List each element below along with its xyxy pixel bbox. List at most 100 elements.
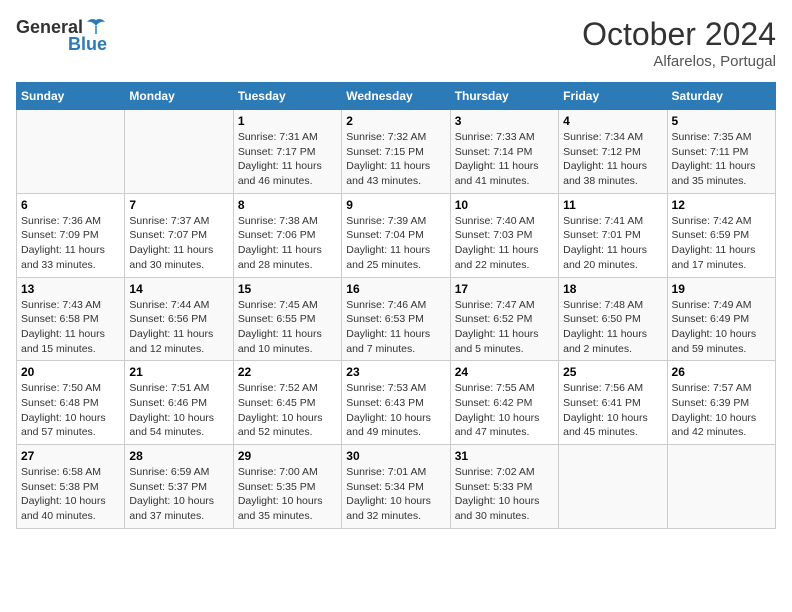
- day-number: 22: [238, 365, 337, 379]
- calendar-week-row: 1 Sunrise: 7:31 AM Sunset: 7:17 PM Daylig…: [17, 110, 776, 194]
- calendar-cell: 7 Sunrise: 7:37 AM Sunset: 7:07 PM Daylig…: [125, 193, 233, 277]
- column-header-monday: Monday: [125, 83, 233, 110]
- day-info: Sunrise: 7:35 AM Sunset: 7:11 PM Dayligh…: [672, 130, 771, 189]
- day-number: 27: [21, 449, 120, 463]
- day-info: Sunrise: 7:52 AM Sunset: 6:45 PM Dayligh…: [238, 381, 337, 440]
- calendar-cell: 19Sunrise: 7:49 AM Sunset: 6:49 PM Dayli…: [667, 277, 775, 361]
- day-info: Sunrise: 7:39 AM Sunset: 7:04 PM Dayligh…: [346, 214, 445, 273]
- day-info: Sunrise: 6:59 AM Sunset: 5:37 PM Dayligh…: [129, 465, 228, 524]
- day-info: Sunrise: 7:38 AM Sunset: 7:06 PM Dayligh…: [238, 214, 337, 273]
- calendar-cell: 5 Sunrise: 7:35 AM Sunset: 7:11 PM Daylig…: [667, 110, 775, 194]
- day-number: 11: [563, 198, 662, 212]
- day-number: 2: [346, 114, 445, 128]
- day-info: Sunrise: 7:57 AM Sunset: 6:39 PM Dayligh…: [672, 381, 771, 440]
- calendar-cell: 6 Sunrise: 7:36 AM Sunset: 7:09 PM Daylig…: [17, 193, 125, 277]
- day-number: 16: [346, 282, 445, 296]
- calendar-cell: 9 Sunrise: 7:39 AM Sunset: 7:04 PM Daylig…: [342, 193, 450, 277]
- calendar-week-row: 20 Sunrise: 7:50 AM Sunset: 6:48 PM Dayli…: [17, 361, 776, 445]
- day-info: Sunrise: 7:01 AM Sunset: 5:34 PM Dayligh…: [346, 465, 445, 524]
- calendar-cell: 1 Sunrise: 7:31 AM Sunset: 7:17 PM Daylig…: [233, 110, 341, 194]
- calendar-cell: 28 Sunrise: 6:59 AM Sunset: 5:37 PM Dayli…: [125, 445, 233, 529]
- day-number: 29: [238, 449, 337, 463]
- day-number: 13: [21, 282, 120, 296]
- day-info: Sunrise: 7:41 AM Sunset: 7:01 PM Dayligh…: [563, 214, 662, 273]
- day-info: Sunrise: 7:50 AM Sunset: 6:48 PM Dayligh…: [21, 381, 120, 440]
- day-info: Sunrise: 7:44 AM Sunset: 6:56 PM Dayligh…: [129, 298, 228, 357]
- day-number: 19: [672, 282, 771, 296]
- day-number: 20: [21, 365, 120, 379]
- calendar-cell: 10Sunrise: 7:40 AM Sunset: 7:03 PM Dayli…: [450, 193, 558, 277]
- calendar-cell: 15Sunrise: 7:45 AM Sunset: 6:55 PM Dayli…: [233, 277, 341, 361]
- calendar-cell: 21 Sunrise: 7:51 AM Sunset: 6:46 PM Dayli…: [125, 361, 233, 445]
- day-info: Sunrise: 7:36 AM Sunset: 7:09 PM Dayligh…: [21, 214, 120, 273]
- day-number: 9: [346, 198, 445, 212]
- day-info: Sunrise: 7:37 AM Sunset: 7:07 PM Dayligh…: [129, 214, 228, 273]
- calendar-header-row: SundayMondayTuesdayWednesdayThursdayFrid…: [17, 83, 776, 110]
- day-number: 4: [563, 114, 662, 128]
- day-number: 28: [129, 449, 228, 463]
- day-number: 1: [238, 114, 337, 128]
- calendar-cell: 14 Sunrise: 7:44 AM Sunset: 6:56 PM Dayli…: [125, 277, 233, 361]
- column-header-tuesday: Tuesday: [233, 83, 341, 110]
- calendar-week-row: 27 Sunrise: 6:58 AM Sunset: 5:38 PM Dayli…: [17, 445, 776, 529]
- day-info: Sunrise: 7:51 AM Sunset: 6:46 PM Dayligh…: [129, 381, 228, 440]
- day-number: 17: [455, 282, 554, 296]
- day-number: 31: [455, 449, 554, 463]
- day-info: Sunrise: 6:58 AM Sunset: 5:38 PM Dayligh…: [21, 465, 120, 524]
- calendar-cell: 22 Sunrise: 7:52 AM Sunset: 6:45 PM Dayli…: [233, 361, 341, 445]
- page-header: General Blue October 2024 Alfarelos, Por…: [16, 16, 776, 70]
- day-number: 7: [129, 198, 228, 212]
- calendar-cell: 3 Sunrise: 7:33 AM Sunset: 7:14 PM Daylig…: [450, 110, 558, 194]
- day-number: 21: [129, 365, 228, 379]
- calendar-week-row: 6 Sunrise: 7:36 AM Sunset: 7:09 PM Daylig…: [17, 193, 776, 277]
- day-info: Sunrise: 7:43 AM Sunset: 6:58 PM Dayligh…: [21, 298, 120, 357]
- day-info: Sunrise: 7:34 AM Sunset: 7:12 PM Dayligh…: [563, 130, 662, 189]
- day-number: 6: [21, 198, 120, 212]
- day-info: Sunrise: 7:47 AM Sunset: 6:52 PM Dayligh…: [455, 298, 554, 357]
- day-info: Sunrise: 7:48 AM Sunset: 6:50 PM Dayligh…: [563, 298, 662, 357]
- day-info: Sunrise: 7:00 AM Sunset: 5:35 PM Dayligh…: [238, 465, 337, 524]
- logo: General Blue: [16, 16, 107, 55]
- day-number: 25: [563, 365, 662, 379]
- day-info: Sunrise: 7:31 AM Sunset: 7:17 PM Dayligh…: [238, 130, 337, 189]
- day-info: Sunrise: 7:55 AM Sunset: 6:42 PM Dayligh…: [455, 381, 554, 440]
- day-info: Sunrise: 7:42 AM Sunset: 6:59 PM Dayligh…: [672, 214, 771, 273]
- day-number: 5: [672, 114, 771, 128]
- calendar-cell: [17, 110, 125, 194]
- day-info: Sunrise: 7:56 AM Sunset: 6:41 PM Dayligh…: [563, 381, 662, 440]
- calendar-cell: 27 Sunrise: 6:58 AM Sunset: 5:38 PM Dayli…: [17, 445, 125, 529]
- month-title: October 2024: [582, 16, 776, 53]
- calendar-cell: 23 Sunrise: 7:53 AM Sunset: 6:43 PM Dayli…: [342, 361, 450, 445]
- calendar-cell: [667, 445, 775, 529]
- day-number: 26: [672, 365, 771, 379]
- calendar-table: SundayMondayTuesdayWednesdayThursdayFrid…: [16, 82, 776, 529]
- calendar-cell: [125, 110, 233, 194]
- calendar-cell: 16Sunrise: 7:46 AM Sunset: 6:53 PM Dayli…: [342, 277, 450, 361]
- day-info: Sunrise: 7:02 AM Sunset: 5:33 PM Dayligh…: [455, 465, 554, 524]
- calendar-cell: 17 Sunrise: 7:47 AM Sunset: 6:52 PM Dayli…: [450, 277, 558, 361]
- day-number: 3: [455, 114, 554, 128]
- day-info: Sunrise: 7:45 AM Sunset: 6:55 PM Dayligh…: [238, 298, 337, 357]
- calendar-cell: 18 Sunrise: 7:48 AM Sunset: 6:50 PM Dayli…: [559, 277, 667, 361]
- calendar-cell: 4 Sunrise: 7:34 AM Sunset: 7:12 PM Daylig…: [559, 110, 667, 194]
- day-number: 14: [129, 282, 228, 296]
- calendar-cell: 13 Sunrise: 7:43 AM Sunset: 6:58 PM Dayli…: [17, 277, 125, 361]
- day-info: Sunrise: 7:53 AM Sunset: 6:43 PM Dayligh…: [346, 381, 445, 440]
- day-number: 8: [238, 198, 337, 212]
- calendar-week-row: 13 Sunrise: 7:43 AM Sunset: 6:58 PM Dayli…: [17, 277, 776, 361]
- column-header-sunday: Sunday: [17, 83, 125, 110]
- logo-blue: Blue: [68, 34, 107, 55]
- calendar-cell: 26 Sunrise: 7:57 AM Sunset: 6:39 PM Dayli…: [667, 361, 775, 445]
- day-info: Sunrise: 7:40 AM Sunset: 7:03 PM Dayligh…: [455, 214, 554, 273]
- calendar-cell: 29 Sunrise: 7:00 AM Sunset: 5:35 PM Dayli…: [233, 445, 341, 529]
- column-header-friday: Friday: [559, 83, 667, 110]
- day-number: 24: [455, 365, 554, 379]
- location-title: Alfarelos, Portugal: [582, 53, 776, 70]
- day-number: 18: [563, 282, 662, 296]
- calendar-cell: 8 Sunrise: 7:38 AM Sunset: 7:06 PM Daylig…: [233, 193, 341, 277]
- day-number: 12: [672, 198, 771, 212]
- day-number: 23: [346, 365, 445, 379]
- calendar-cell: 24 Sunrise: 7:55 AM Sunset: 6:42 PM Dayli…: [450, 361, 558, 445]
- day-info: Sunrise: 7:33 AM Sunset: 7:14 PM Dayligh…: [455, 130, 554, 189]
- day-info: Sunrise: 7:32 AM Sunset: 7:15 PM Dayligh…: [346, 130, 445, 189]
